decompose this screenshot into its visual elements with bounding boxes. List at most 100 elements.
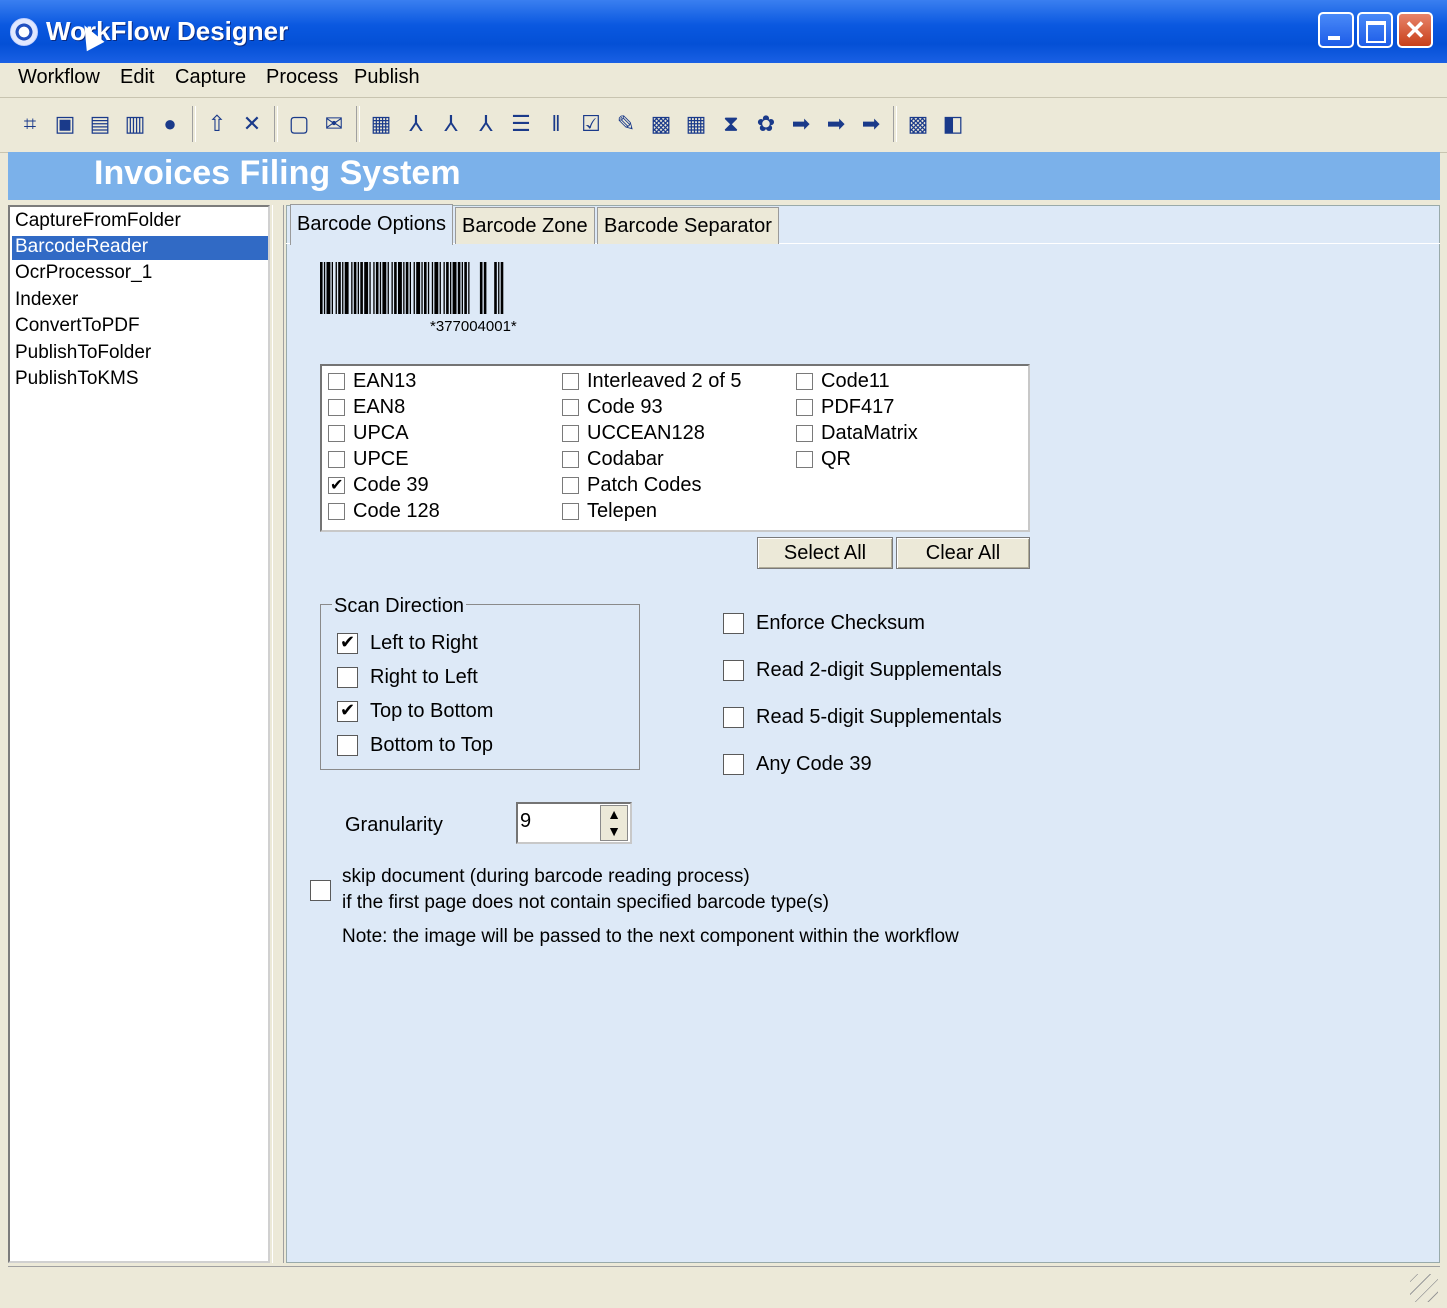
checkbox[interactable] [337, 666, 358, 688]
image-processing-icon[interactable]: ▩ [647, 110, 675, 138]
publish-kms-icon[interactable]: ➡ [857, 110, 885, 138]
tab-barcode-zone[interactable]: Barcode Zone [455, 207, 595, 244]
checkbox[interactable] [562, 476, 579, 494]
checkbox[interactable] [796, 424, 813, 442]
checkbox-row[interactable]: UCCEAN128 [562, 420, 742, 446]
checkbox-row[interactable]: Any Code 39 [723, 741, 1002, 788]
open-icon[interactable]: ▣ [51, 110, 79, 138]
list-item-ocrprocessor[interactable]: OcrProcessor_1 [15, 260, 152, 286]
checkbox[interactable] [328, 502, 345, 520]
checkbox-row[interactable]: EAN8 [328, 394, 440, 420]
cleanup-icon[interactable]: ✿ [752, 110, 780, 138]
checkbox[interactable] [328, 372, 345, 390]
checkbox-row[interactable]: Patch Codes [562, 472, 742, 498]
menu-capture[interactable]: Capture [175, 66, 246, 89]
export-icon[interactable]: ▩ [904, 110, 932, 138]
checkbox-row[interactable]: Read 2-digit Supplementals [723, 647, 1002, 694]
checkbox[interactable] [723, 707, 744, 728]
checkbox-row[interactable]: UPCA [328, 420, 440, 446]
save-as-icon[interactable]: ▥ [121, 110, 149, 138]
checkbox[interactable] [723, 613, 744, 634]
checkbox-row[interactable]: Left to Right [337, 626, 493, 660]
lock-icon[interactable]: ● [156, 110, 184, 138]
checkbox-row[interactable]: Enforce Checksum [723, 600, 1002, 647]
indexer-icon[interactable]: ☑ [577, 110, 605, 138]
minimize-button[interactable] [1318, 12, 1354, 48]
checkbox-row[interactable]: UPCE [328, 446, 440, 472]
checkbox[interactable] [562, 398, 579, 416]
checkbox[interactable] [562, 450, 579, 468]
checkbox-row[interactable]: Bottom to Top [337, 728, 493, 762]
checkbox-row[interactable]: Code 128 [328, 498, 440, 524]
checkbox-label: Right to Left [370, 665, 478, 688]
checkbox-row[interactable]: DataMatrix [796, 420, 918, 446]
spinner-arrows-icon[interactable]: ▲ ▼ [600, 805, 628, 841]
barcode-icon[interactable]: ‖ [542, 110, 570, 138]
checkbox[interactable] [337, 734, 358, 756]
ocr-icon[interactable]: ☰ [507, 110, 535, 138]
checkbox-row[interactable]: Code 93 [562, 394, 742, 420]
barcode-bar [382, 262, 387, 314]
checkbox[interactable] [562, 372, 579, 390]
checkbox-row[interactable]: QR [796, 446, 918, 472]
checkbox[interactable] [328, 398, 345, 416]
form-icon[interactable]: ▦ [682, 110, 710, 138]
publish-folder-icon[interactable]: ➡ [822, 110, 850, 138]
checkbox[interactable] [328, 475, 345, 495]
tab-barcode-options[interactable]: Barcode Options [290, 204, 453, 245]
menu-publish[interactable]: Publish [354, 66, 420, 89]
checkbox[interactable] [328, 424, 345, 442]
up-arrow-icon[interactable]: ⇧ [203, 110, 231, 138]
list-item-capturefromfolder[interactable]: CaptureFromFolder [15, 208, 181, 234]
scan-icon[interactable]: ▦ [367, 110, 395, 138]
resize-grip-icon[interactable] [1410, 1274, 1438, 1302]
checkbox-row[interactable]: EAN13 [328, 368, 440, 394]
tiff-icon[interactable]: ⅄ [437, 110, 465, 138]
tab-barcode-separator[interactable]: Barcode Separator [597, 207, 779, 244]
checkbox[interactable] [796, 398, 813, 416]
checkbox-row[interactable]: Right to Left [337, 660, 493, 694]
validate-icon[interactable]: ✎ [612, 110, 640, 138]
checkbox[interactable] [337, 632, 358, 654]
checkbox-row[interactable]: Codabar [562, 446, 742, 472]
list-item-barcodereader[interactable]: BarcodeReader [15, 234, 148, 260]
list-item-converttopdf[interactable]: ConvertToPDF [15, 313, 140, 339]
checkbox[interactable] [723, 660, 744, 681]
close-button[interactable]: ✕ [1397, 12, 1433, 48]
checkbox[interactable] [796, 372, 813, 390]
skip-document-checkbox[interactable] [310, 880, 331, 901]
list-item-indexer[interactable]: Indexer [15, 287, 78, 313]
list-item-publishtokms[interactable]: PublishToKMS [15, 366, 139, 392]
checkbox[interactable] [328, 450, 345, 468]
capture-folder-icon[interactable]: ▢ [285, 110, 313, 138]
select-all-button[interactable]: Select All [757, 537, 893, 569]
checkbox-row[interactable]: Read 5-digit Supplementals [723, 694, 1002, 741]
menu-process[interactable]: Process [266, 66, 338, 89]
publish-icon[interactable]: ➡ [787, 110, 815, 138]
menu-workflow[interactable]: Workflow [18, 66, 100, 89]
panel-splitter[interactable] [272, 205, 284, 1263]
capture-email-icon[interactable]: ✉ [320, 110, 348, 138]
menu-edit[interactable]: Edit [120, 66, 154, 89]
checkbox[interactable] [562, 502, 579, 520]
new-workflow-icon[interactable]: ⌗ [16, 110, 44, 138]
delete-icon[interactable]: ✕ [238, 110, 266, 138]
clear-all-button[interactable]: Clear All [896, 537, 1030, 569]
checkbox[interactable] [337, 700, 358, 722]
checkbox[interactable] [562, 424, 579, 442]
preview-icon[interactable]: ◧ [939, 110, 967, 138]
save-icon[interactable]: ▤ [86, 110, 114, 138]
maximize-button[interactable] [1357, 12, 1393, 48]
checkbox-row[interactable]: Interleaved 2 of 5 [562, 368, 742, 394]
checkbox[interactable] [796, 450, 813, 468]
pdf-icon[interactable]: ⅄ [402, 110, 430, 138]
sort-icon[interactable]: ⧗ [717, 110, 745, 138]
checkbox-row[interactable]: Top to Bottom [337, 694, 493, 728]
checkbox-row[interactable]: PDF417 [796, 394, 918, 420]
meta-icon[interactable]: ⅄ [472, 110, 500, 138]
checkbox[interactable] [723, 754, 744, 775]
checkbox-row[interactable]: Code 39 [328, 472, 440, 498]
checkbox-row[interactable]: Telepen [562, 498, 742, 524]
checkbox-row[interactable]: Code11 [796, 368, 918, 394]
list-item-publishtofolder[interactable]: PublishToFolder [15, 340, 151, 366]
